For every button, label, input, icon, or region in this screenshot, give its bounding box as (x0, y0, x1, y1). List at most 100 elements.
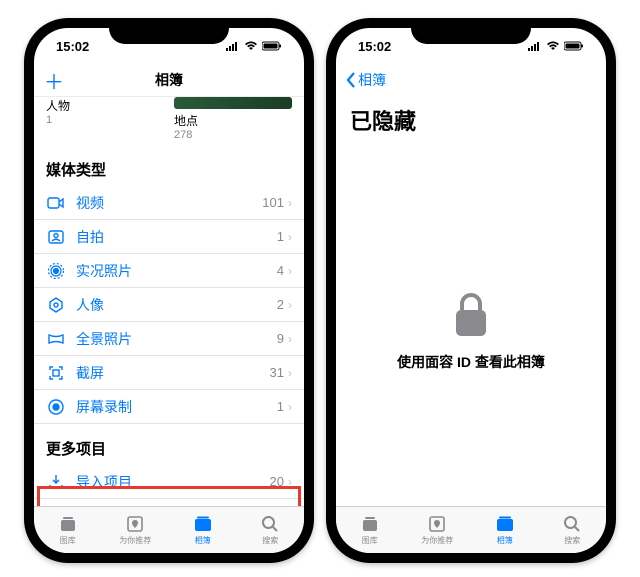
row-label: 导入项目 (76, 472, 270, 492)
signal-icon (528, 41, 542, 51)
albums-icon (495, 514, 515, 534)
status-indicators (226, 41, 282, 51)
row-label: 全景照片 (76, 329, 277, 349)
screen-recording-icon (46, 397, 66, 417)
foryou-icon (427, 514, 447, 534)
tile-count: 278 (174, 129, 292, 141)
screen-right: 15:02 相簿 已隐藏 使用面容 ID 查看此相簿 (336, 28, 606, 553)
tab-foryou[interactable]: 为你推荐 (404, 507, 472, 553)
row-count: 4 (277, 263, 284, 278)
back-label: 相簿 (358, 70, 386, 90)
row-selfie[interactable]: 自拍 1 › (34, 220, 304, 254)
tile-count: 1 (46, 114, 164, 126)
chevron-right-icon: › (288, 366, 292, 380)
nav-title: 相簿 (34, 70, 304, 90)
row-import[interactable]: 导入项目 20 › (34, 465, 304, 499)
row-count: 20 (270, 474, 284, 489)
tab-label: 相簿 (195, 535, 211, 546)
notch (109, 18, 229, 44)
battery-icon (262, 41, 282, 51)
row-count: 1 (277, 399, 284, 414)
tile-label: 地点 (174, 112, 292, 129)
tab-label: 相簿 (497, 535, 513, 546)
lock-icon (452, 292, 490, 338)
eye-slash-icon (46, 506, 66, 507)
tab-search[interactable]: 搜索 (539, 507, 607, 553)
locked-message: 使用面容 ID 查看此相簿 (397, 352, 545, 372)
tab-bar: 图库 为你推荐 相簿 搜索 (34, 506, 304, 553)
chevron-right-icon: › (288, 332, 292, 346)
tab-albums[interactable]: 相簿 (169, 507, 237, 553)
tab-library[interactable]: 图库 (336, 507, 404, 553)
search-icon (562, 514, 582, 534)
add-button[interactable]: ＋ (44, 66, 64, 95)
row-label: 人像 (76, 295, 277, 315)
row-count: 9 (277, 331, 284, 346)
row-video[interactable]: 视频 101 › (34, 186, 304, 220)
video-icon (46, 193, 66, 213)
chevron-right-icon: › (288, 230, 292, 244)
library-icon (58, 514, 78, 534)
screenshot-icon (46, 363, 66, 383)
tab-label: 图库 (362, 535, 378, 546)
library-icon (360, 514, 380, 534)
tile-people[interactable]: 人物 1 (46, 97, 164, 141)
section-header-media: 媒体类型 (34, 145, 304, 186)
nav-bar: ＋ 相簿 (34, 64, 304, 97)
row-label: 已隐藏 (76, 506, 273, 507)
row-label: 屏幕录制 (76, 397, 277, 417)
tab-label: 为你推荐 (119, 535, 151, 546)
tab-bar: 图库 为你推荐 相簿 搜索 (336, 506, 606, 553)
tile-places[interactable]: 地点 278 (174, 97, 292, 141)
row-count: 31 (270, 365, 284, 380)
chevron-right-icon: › (288, 264, 292, 278)
tab-label: 为你推荐 (421, 535, 453, 546)
tile-thumb (174, 97, 292, 109)
screen-left: 15:02 ＋ 相簿 人物 1 地点 (34, 28, 304, 553)
tab-label: 搜索 (564, 535, 580, 546)
nav-bar: 相簿 (336, 64, 606, 96)
back-button[interactable]: 相簿 (346, 70, 386, 90)
notch (411, 18, 531, 44)
tab-label: 搜索 (262, 535, 278, 546)
row-pano[interactable]: 全景照片 9 › (34, 322, 304, 356)
row-label: 实况照片 (76, 261, 277, 281)
chevron-left-icon (346, 72, 356, 88)
tab-library[interactable]: 图库 (34, 507, 102, 553)
albums-icon (193, 514, 213, 534)
row-live[interactable]: 实况照片 4 › (34, 254, 304, 288)
page-title: 已隐藏 (336, 96, 606, 136)
tab-label: 图库 (60, 535, 76, 546)
row-portrait[interactable]: 人像 2 › (34, 288, 304, 322)
tab-albums[interactable]: 相簿 (471, 507, 539, 553)
chevron-right-icon: › (288, 196, 292, 210)
row-screenshot[interactable]: 截屏 31 › (34, 356, 304, 390)
live-photo-icon (46, 261, 66, 281)
status-indicators (528, 41, 584, 51)
chevron-right-icon: › (288, 298, 292, 312)
status-time: 15:02 (358, 39, 391, 54)
tab-foryou[interactable]: 为你推荐 (102, 507, 170, 553)
import-icon (46, 472, 66, 492)
phone-right: 15:02 相簿 已隐藏 使用面容 ID 查看此相簿 (326, 18, 616, 563)
selfie-icon (46, 227, 66, 247)
phone-left: 15:02 ＋ 相簿 人物 1 地点 (24, 18, 314, 563)
locked-panel: 使用面容 ID 查看此相簿 (336, 292, 606, 372)
row-recording[interactable]: 屏幕录制 1 › (34, 390, 304, 424)
section-header-more: 更多项目 (34, 424, 304, 465)
status-time: 15:02 (56, 39, 89, 54)
album-tiles-row: 人物 1 地点 278 (34, 97, 304, 145)
portrait-icon (46, 295, 66, 315)
row-count: 1 (277, 229, 284, 244)
wifi-icon (546, 41, 560, 51)
tab-search[interactable]: 搜索 (237, 507, 305, 553)
foryou-icon (125, 514, 145, 534)
panorama-icon (46, 329, 66, 349)
content-area: 使用面容 ID 查看此相簿 (336, 136, 606, 506)
row-count: 2 (277, 297, 284, 312)
signal-icon (226, 41, 240, 51)
search-icon (260, 514, 280, 534)
content-area[interactable]: 人物 1 地点 278 媒体类型 视频 101 › (34, 97, 304, 506)
row-hidden[interactable]: 已隐藏 › (34, 499, 304, 506)
row-label: 截屏 (76, 363, 270, 383)
